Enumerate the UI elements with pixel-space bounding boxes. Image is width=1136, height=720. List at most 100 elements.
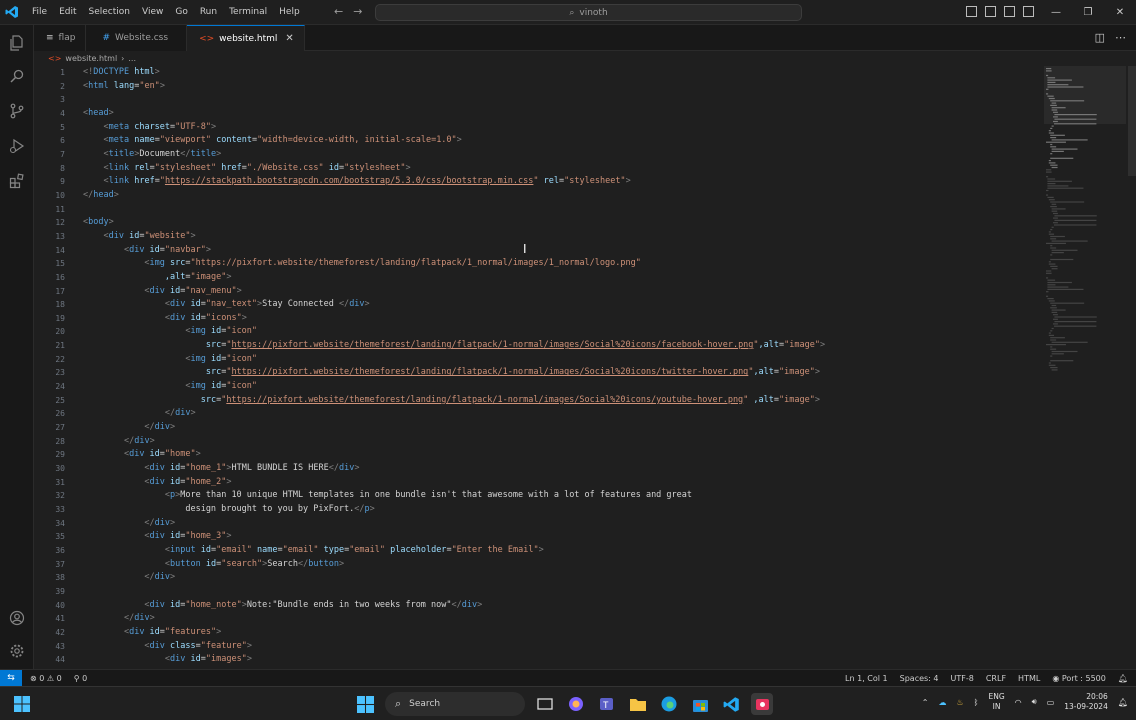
indentation[interactable]: Spaces: 4 [900, 674, 939, 683]
code-line[interactable]: <link rel="stylesheet" href="./Website.c… [83, 162, 1036, 176]
tab-website-html[interactable]: <> website.html ✕ [187, 25, 305, 51]
code-line[interactable]: <meta charset="UTF-8"> [83, 121, 1036, 135]
remote-indicator-icon[interactable]: ⇆ [0, 669, 22, 687]
chevron-up-icon[interactable]: ⌃ [922, 698, 929, 707]
minimap-viewport[interactable] [1044, 66, 1126, 124]
split-editor-icon[interactable]: ◫ [1095, 31, 1105, 44]
menu-item-help[interactable]: Help [273, 7, 306, 17]
code-line[interactable]: <!DOCTYPE html> [83, 66, 1036, 80]
account-icon[interactable] [0, 603, 34, 633]
code-line[interactable]: </div> [83, 407, 1036, 421]
code-line[interactable]: </div> [83, 517, 1036, 531]
menu-item-run[interactable]: Run [194, 7, 223, 17]
menu-item-go[interactable]: Go [169, 7, 193, 17]
clock[interactable]: 20:06 13-09-2024 [1064, 692, 1108, 712]
code-line[interactable]: <div id="home_note">Note:"Bundle ends in… [83, 599, 1036, 613]
cursor-position[interactable]: Ln 1, Col 1 [845, 674, 888, 683]
code-line[interactable]: <div id="nav_text">Stay Connected </div> [83, 298, 1036, 312]
code-line[interactable]: <div id="home_1">HTML BUNDLE IS HERE</di… [83, 462, 1036, 476]
microsoft-store-icon[interactable] [689, 693, 711, 715]
menu-item-view[interactable]: View [136, 7, 169, 17]
windows-start-icon[interactable] [14, 696, 30, 712]
code-line[interactable]: <input id="email" name="email" type="ema… [83, 544, 1036, 558]
back-arrow-icon[interactable]: ← [334, 5, 343, 18]
code-content[interactable]: <!DOCTYPE html> <html lang="en"> <head> <m… [83, 66, 1036, 667]
code-line[interactable]: <button id="search">Search</button> [83, 558, 1036, 572]
code-line[interactable]: ,alt="image"> [83, 271, 1036, 285]
end-of-line[interactable]: CRLF [986, 674, 1006, 683]
code-line[interactable]: <div id="home_2"> [83, 476, 1036, 490]
minimize-icon[interactable]: — [1040, 0, 1072, 25]
code-line[interactable]: <div id="nav_menu"> [83, 285, 1036, 299]
menu-item-file[interactable]: File [26, 7, 53, 17]
copilot-icon[interactable] [565, 693, 587, 715]
menu-item-selection[interactable]: Selection [83, 7, 136, 17]
taskbar-search[interactable]: ⌕ Search [385, 692, 525, 716]
vertical-scrollbar[interactable] [1128, 66, 1136, 176]
code-line[interactable]: </div> [83, 421, 1036, 435]
tab-website-css[interactable]: # Website.css [86, 25, 188, 51]
menu-item-terminal[interactable]: Terminal [223, 7, 273, 17]
code-line[interactable]: <head> [83, 107, 1036, 121]
recording-app-icon[interactable] [751, 693, 773, 715]
code-line[interactable]: <p>More than 10 unique HTML templates in… [83, 489, 1036, 503]
code-line[interactable]: <body> [83, 216, 1036, 230]
notification-icon[interactable]: 🔔︎ [1118, 698, 1128, 707]
code-line[interactable]: </div> [83, 612, 1036, 626]
start-menu-icon[interactable] [354, 693, 376, 715]
input-language[interactable]: ENG IN [988, 692, 1004, 712]
bluetooth-icon[interactable]: ᛒ [974, 698, 979, 707]
minimap[interactable] [1044, 66, 1126, 386]
code-line[interactable]: <div id="features"> [83, 626, 1036, 640]
problems-indicator[interactable]: ⊗ 0 ⚠ 0 [30, 674, 62, 683]
code-line[interactable]: <meta name="viewport" content="width=dev… [83, 134, 1036, 148]
code-line[interactable]: <div id="website"> [83, 230, 1036, 244]
code-line[interactable]: <div class="feature"> [83, 640, 1036, 654]
close-tab-icon[interactable]: ✕ [285, 33, 293, 44]
battery-icon[interactable]: ▭ [1047, 698, 1055, 707]
volume-icon[interactable]: 🔊︎ [1032, 697, 1037, 707]
code-line[interactable]: <html lang="en"> [83, 80, 1036, 94]
code-line[interactable]: <link href="https://stackpath.bootstrapc… [83, 175, 1036, 189]
code-line[interactable] [83, 93, 1036, 107]
app-tray-icon[interactable]: ♨ [957, 698, 964, 707]
code-line[interactable]: src="https://pixfort.website/themeforest… [83, 394, 1036, 408]
toggle-secondary-sidebar-icon[interactable] [1004, 6, 1015, 17]
run-debug-icon[interactable] [0, 131, 34, 161]
notifications-bell-icon[interactable]: 🔔︎ [1118, 674, 1128, 683]
code-line[interactable] [83, 203, 1036, 217]
code-line[interactable]: </div> [83, 571, 1036, 585]
code-line[interactable]: <img id="icon" [83, 380, 1036, 394]
forward-arrow-icon[interactable]: → [353, 5, 362, 18]
code-line[interactable]: <div id="home"> [83, 448, 1036, 462]
edge-browser-icon[interactable] [658, 693, 680, 715]
code-line[interactable]: src="https://pixfort.website/themeforest… [83, 366, 1036, 380]
customize-layout-icon[interactable] [1023, 6, 1034, 17]
close-window-icon[interactable]: ✕ [1104, 0, 1136, 25]
ports-indicator[interactable]: ⚲ 0 [74, 674, 88, 683]
code-line[interactable]: <div id="home_3"> [83, 530, 1036, 544]
breadcrumb-rest[interactable]: ... [128, 54, 136, 63]
search-view-icon[interactable] [0, 61, 34, 91]
code-line[interactable]: src="https://pixfort.website/themeforest… [83, 339, 1036, 353]
breadcrumb-file[interactable]: website.html [65, 54, 117, 63]
code-line[interactable]: <img id="icon" [83, 353, 1036, 367]
explorer-icon[interactable] [0, 28, 34, 58]
tab-flap[interactable]: ≡ flap [34, 25, 87, 51]
encoding[interactable]: UTF-8 [951, 674, 974, 683]
code-line[interactable]: <title>Document</title> [83, 148, 1036, 162]
restore-icon[interactable]: ❐ [1072, 0, 1104, 25]
code-line[interactable]: design brought to you by PixFort.</p> [83, 503, 1036, 517]
file-explorer-icon[interactable] [627, 693, 649, 715]
extensions-icon[interactable] [0, 166, 34, 196]
toggle-sidebar-icon[interactable] [966, 6, 977, 17]
settings-gear-icon[interactable] [0, 636, 34, 666]
code-line[interactable]: <div id="icons"> [83, 312, 1036, 326]
code-line[interactable]: </div> [83, 435, 1036, 449]
live-server-port[interactable]: ◉ Port : 5500 [1052, 674, 1106, 683]
code-line[interactable] [83, 585, 1036, 599]
code-line[interactable]: </head> [83, 189, 1036, 203]
teams-icon[interactable]: T [596, 693, 618, 715]
code-line[interactable]: <img id="icon" [83, 325, 1036, 339]
code-line[interactable]: <div id="images"> [83, 653, 1036, 667]
